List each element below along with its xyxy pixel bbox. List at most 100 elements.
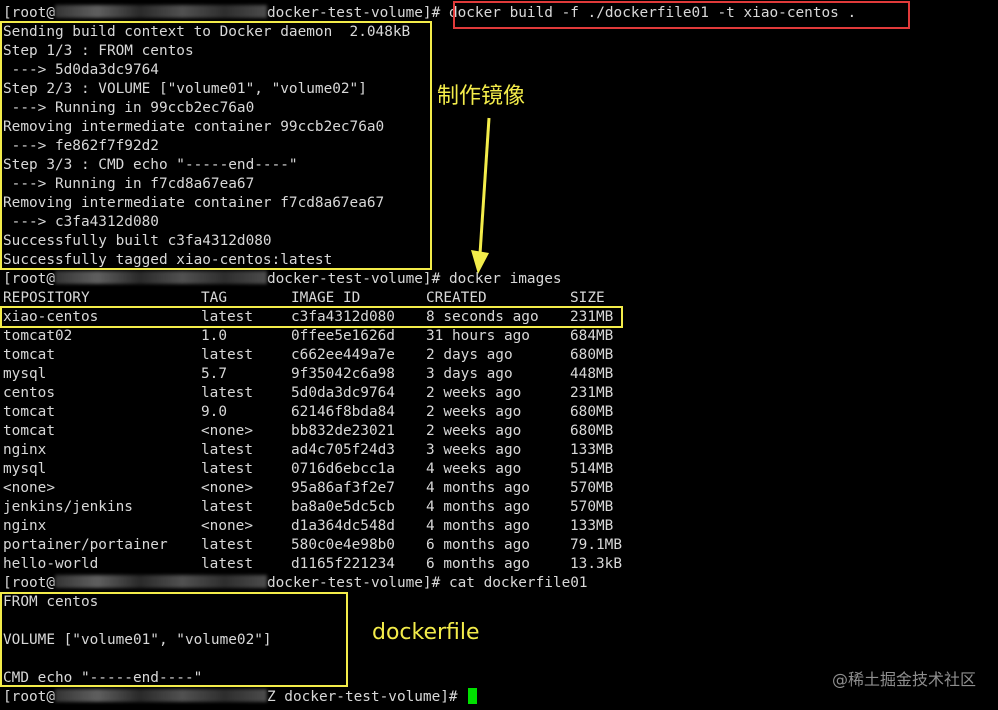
table-row: portainer/portainer latest 580c0e4e98b0 6 m… bbox=[3, 536, 856, 555]
cell-size: 680MB bbox=[570, 347, 614, 363]
prompt-prefix: [root@ bbox=[3, 689, 55, 705]
cell-tag: latest bbox=[201, 442, 253, 458]
cell-tag: 5.7 bbox=[201, 366, 227, 382]
cell-created: 2 weeks ago bbox=[426, 385, 522, 401]
prompt-line: [root@ Z docker-test-volume]# bbox=[3, 688, 856, 707]
cell-size: 570MB bbox=[570, 499, 614, 515]
cell-tag: latest bbox=[201, 537, 253, 553]
cell-image-id: bb832de23021 bbox=[291, 423, 395, 439]
cell-repository: hello-world bbox=[3, 556, 99, 572]
cell-image-id: d1165f221234 bbox=[291, 556, 395, 572]
table-row: centos latest 5d0da3dc9764 2 weeks ago 231MB bbox=[3, 384, 856, 403]
cell-created: 4 months ago bbox=[426, 480, 530, 496]
cell-size: 448MB bbox=[570, 366, 614, 382]
table-row: tomcat 9.0 62146f8bda84 2 weeks ago 680MB bbox=[3, 403, 856, 422]
cell-repository: portainer/portainer bbox=[3, 537, 168, 553]
cell-created: 3 days ago bbox=[426, 366, 513, 382]
table-row: hello-world latest d1165f221234 6 months ag… bbox=[3, 555, 856, 574]
cell-image-id: ad4c705f24d3 bbox=[291, 442, 395, 458]
cell-repository: mysql bbox=[3, 366, 47, 382]
cell-created: 4 months ago bbox=[426, 518, 530, 534]
cell-tag: latest bbox=[201, 347, 253, 363]
cell-created: 2 weeks ago bbox=[426, 404, 522, 420]
redacted-hostname bbox=[54, 689, 267, 702]
build-annotation-label: 制作镜像 bbox=[437, 84, 526, 109]
cell-image-id: 62146f8bda84 bbox=[291, 404, 395, 420]
cell-size: 680MB bbox=[570, 423, 614, 439]
table-row: nginx <none> d1a364dc548d 4 months ago 133MB bbox=[3, 517, 856, 536]
cell-size: 231MB bbox=[570, 385, 614, 401]
redacted-hostname bbox=[54, 5, 267, 18]
table-row: <none> <none> 95a86af3f2e7 4 months ago 570M… bbox=[3, 479, 856, 498]
prompt-line: [root@ docker-test-volume]# cat dockerfil… bbox=[3, 574, 856, 593]
cell-size: 13.3kB bbox=[570, 556, 622, 572]
table-row: jenkins/jenkins latest ba8a0e5dc5cb 4 month… bbox=[3, 498, 856, 517]
cell-repository: tomcat bbox=[3, 423, 55, 439]
cell-tag: latest bbox=[201, 499, 253, 515]
cell-image-id: 5d0da3dc9764 bbox=[291, 385, 395, 401]
cell-tag: 9.0 bbox=[201, 404, 227, 420]
cell-created: 6 months ago bbox=[426, 537, 530, 553]
cell-image-id: d1a364dc548d bbox=[291, 518, 395, 534]
cell-created: 6 months ago bbox=[426, 556, 530, 572]
table-row: nginx latest ad4c705f24d3 3 weeks ago 133MB bbox=[3, 441, 856, 460]
table-row: tomcat latest c662ee449a7e 2 days ago 680MB bbox=[3, 346, 856, 365]
cell-tag: <none> bbox=[201, 423, 253, 439]
cell-created: 2 weeks ago bbox=[426, 423, 522, 439]
table-row: mysql 5.7 9f35042c6a98 3 days ago 448MB bbox=[3, 365, 856, 384]
cell-repository: tomcat02 bbox=[3, 328, 73, 344]
new-image-row-highlight bbox=[0, 306, 623, 328]
prompt-prefix: [root@ bbox=[3, 575, 55, 591]
cell-created: 2 days ago bbox=[426, 347, 513, 363]
cell-size: 570MB bbox=[570, 480, 614, 496]
cell-tag: latest bbox=[201, 556, 253, 572]
table-row: tomcat02 1.0 0ffee5e1626d 31 hours ago 684MB bbox=[3, 327, 856, 346]
cell-image-id: ba8a0e5dc5cb bbox=[291, 499, 395, 515]
cell-repository: tomcat bbox=[3, 404, 55, 420]
cell-created: 31 hours ago bbox=[426, 328, 530, 344]
cell-repository: nginx bbox=[3, 518, 47, 534]
cell-tag: 1.0 bbox=[201, 328, 227, 344]
redacted-hostname bbox=[54, 575, 267, 588]
cell-size: 514MB bbox=[570, 461, 614, 477]
build-output-highlight bbox=[0, 21, 432, 270]
prompt-suffix: docker-test-volume]# bbox=[266, 271, 441, 287]
prompt-suffix: docker-test-volume]# bbox=[266, 5, 441, 21]
cell-image-id: c662ee449a7e bbox=[291, 347, 395, 363]
cell-repository: <none> bbox=[3, 480, 55, 496]
cell-repository: tomcat bbox=[3, 347, 55, 363]
terminal-cursor[interactable] bbox=[468, 688, 478, 704]
cell-tag: latest bbox=[201, 385, 253, 401]
cell-size: 684MB bbox=[570, 328, 614, 344]
prompt-line: [root@ docker-test-volume]# docker images bbox=[3, 270, 856, 289]
cell-created: 3 weeks ago bbox=[426, 442, 522, 458]
cell-tag: latest bbox=[201, 461, 253, 477]
cell-repository: nginx bbox=[3, 442, 47, 458]
cell-size: 680MB bbox=[570, 404, 614, 420]
cell-image-id: 580c0e4e98b0 bbox=[291, 537, 395, 553]
cell-size: 79.1MB bbox=[570, 537, 622, 553]
table-row: tomcat <none> bb832de23021 2 weeks ago 680MB bbox=[3, 422, 856, 441]
cell-tag: <none> bbox=[201, 518, 253, 534]
cell-repository: centos bbox=[3, 385, 55, 401]
watermark: @稀土掘金技术社区 bbox=[831, 670, 976, 689]
cell-created: 4 weeks ago bbox=[426, 461, 522, 477]
arrow-down-icon bbox=[471, 117, 491, 274]
cell-image-id: 0ffee5e1626d bbox=[291, 328, 395, 344]
prompt-suffix: Z docker-test-volume]# bbox=[266, 689, 458, 705]
dockerfile-content-highlight bbox=[0, 592, 348, 687]
command-text: cat dockerfile01 bbox=[448, 575, 588, 591]
cell-created: 4 months ago bbox=[426, 499, 530, 515]
cell-image-id: 9f35042c6a98 bbox=[291, 366, 395, 382]
prompt-prefix: [root@ bbox=[3, 5, 55, 21]
prompt-prefix: [root@ bbox=[3, 271, 55, 287]
prompt-suffix: docker-test-volume]# bbox=[266, 575, 441, 591]
dockerfile-annotation-label: dockerfile bbox=[372, 620, 480, 645]
cell-size: 133MB bbox=[570, 442, 614, 458]
cell-repository: jenkins/jenkins bbox=[3, 499, 133, 515]
cell-size: 133MB bbox=[570, 518, 614, 534]
cell-tag: <none> bbox=[201, 480, 253, 496]
build-command-highlight bbox=[453, 1, 910, 29]
cell-image-id: 95a86af3f2e7 bbox=[291, 480, 395, 496]
table-row: mysql latest 0716d6ebcc1a 4 weeks ago 514MB bbox=[3, 460, 856, 479]
